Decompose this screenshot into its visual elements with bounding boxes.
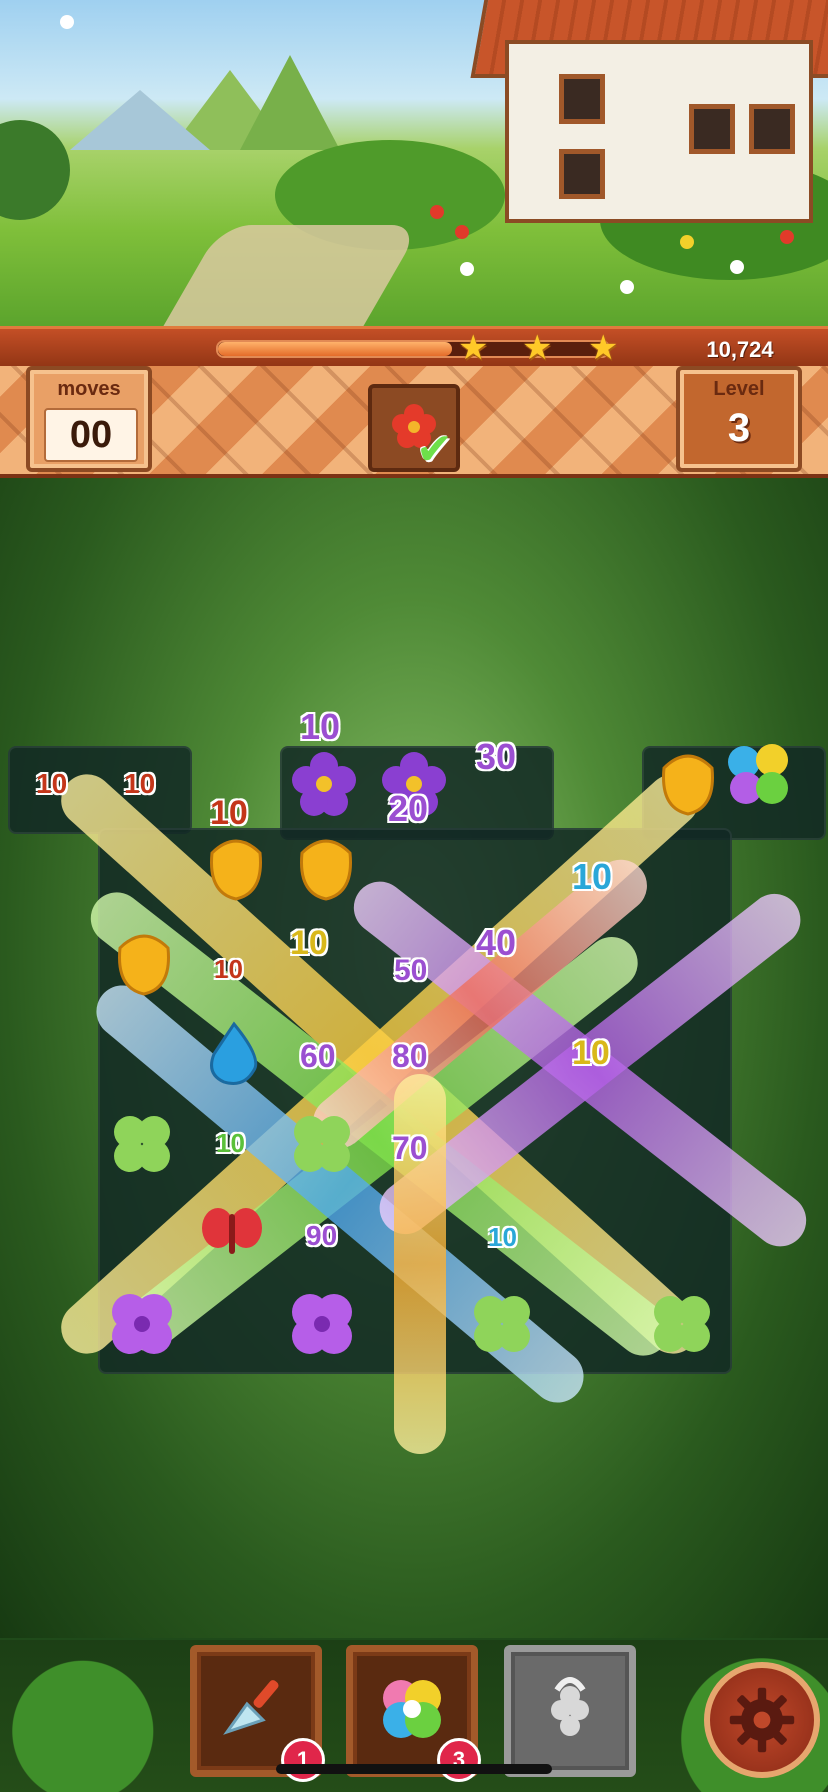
- star-icon: ★: [522, 328, 553, 368]
- green-clover-gem[interactable]: [646, 1288, 718, 1360]
- grape-lock-icon: [551, 1677, 589, 1736]
- gear-icon: [729, 1687, 795, 1753]
- blue-drop-gem[interactable]: [198, 1018, 270, 1090]
- rainbow-flower-icon: [383, 1680, 441, 1738]
- yellow-tulip-gem[interactable]: [652, 748, 724, 820]
- window: [749, 104, 795, 154]
- info-panel: moves 00 ✔ Level 3: [0, 366, 828, 478]
- star-icon: ★: [458, 328, 489, 368]
- score-popup: 70: [392, 1130, 428, 1166]
- booster-count-badge: 3: [437, 1738, 481, 1782]
- flower: [620, 280, 634, 294]
- trowel-booster[interactable]: 1: [190, 1645, 325, 1782]
- yellow-tulip-gem[interactable]: [290, 833, 362, 905]
- level-value: 3: [727, 406, 751, 450]
- score-popup: 10: [214, 954, 243, 984]
- settings-button[interactable]: [704, 1662, 820, 1778]
- score-popup: 40: [476, 922, 517, 963]
- score-progress-fill: [218, 342, 452, 356]
- window: [689, 104, 735, 154]
- home-indicator: [276, 1764, 552, 1774]
- level-label: Level: [713, 378, 765, 400]
- rainbow-flower-booster[interactable]: 3: [346, 1645, 481, 1782]
- purple-flower-gem[interactable]: [288, 748, 360, 820]
- score-popup: 10: [572, 1034, 610, 1072]
- violet-pansy-gem[interactable]: [286, 1288, 358, 1360]
- score-popup: 20: [388, 788, 429, 829]
- score-popup: 50: [394, 954, 428, 987]
- green-clover-gem[interactable]: [466, 1288, 538, 1360]
- level-panel: Level 3: [676, 366, 802, 472]
- booster-count-badge: 1: [281, 1738, 325, 1782]
- stone-path: [158, 225, 422, 330]
- window: [559, 149, 605, 199]
- flower: [430, 205, 444, 219]
- yellow-tulip-gem[interactable]: [200, 833, 272, 905]
- score-popup: 60: [300, 1038, 336, 1074]
- green-clover-gem[interactable]: [286, 1108, 358, 1180]
- score-popup: 10: [36, 768, 68, 799]
- game-board[interactable]: 10 10 10 30 20 10 10 10 40 10 50 60 80 10 10 70 90 10: [0, 478, 828, 1638]
- score-bar: ★ ★ ★ 10,724: [0, 326, 828, 369]
- violet-pansy-gem[interactable]: [106, 1288, 178, 1360]
- green-clover-gem[interactable]: [106, 1108, 178, 1180]
- score-popup: 10: [290, 924, 328, 962]
- score-popup: 80: [392, 1038, 428, 1074]
- score-popup: 10: [300, 706, 341, 747]
- trowel-icon: [223, 1680, 279, 1735]
- rainbow-bomb-gem[interactable]: [722, 738, 794, 810]
- flower: [455, 225, 469, 239]
- yellow-tulip-gem[interactable]: [108, 928, 180, 1000]
- checkmark-icon: ✔: [416, 424, 453, 475]
- tree: [0, 120, 70, 220]
- score-popup: 10: [216, 1128, 245, 1158]
- score-popup: 90: [306, 1220, 338, 1251]
- window: [559, 74, 605, 124]
- red-butterfly-gem[interactable]: [196, 1198, 268, 1270]
- garden-scene: [0, 0, 828, 330]
- score-popup: 10: [488, 1222, 517, 1252]
- locked-booster[interactable]: [504, 1645, 636, 1777]
- flower: [680, 235, 694, 249]
- mountain: [240, 55, 340, 150]
- moves-label: moves: [57, 378, 121, 400]
- moves-panel: moves 00: [26, 366, 152, 472]
- score-popup: 30: [476, 736, 517, 777]
- moves-value: 00: [44, 408, 138, 462]
- score-popup: 10: [210, 794, 248, 832]
- flower: [780, 230, 794, 244]
- score-popup: 10: [124, 768, 156, 799]
- goal-box: ✔: [368, 384, 460, 475]
- flower: [460, 262, 474, 276]
- star-icon: ★: [588, 328, 619, 368]
- score-popup: 10: [572, 856, 613, 897]
- score-value: 10,724: [706, 337, 774, 362]
- cottage: [505, 40, 813, 223]
- flower: [730, 260, 744, 274]
- mountain: [70, 90, 210, 150]
- flower: [60, 15, 74, 29]
